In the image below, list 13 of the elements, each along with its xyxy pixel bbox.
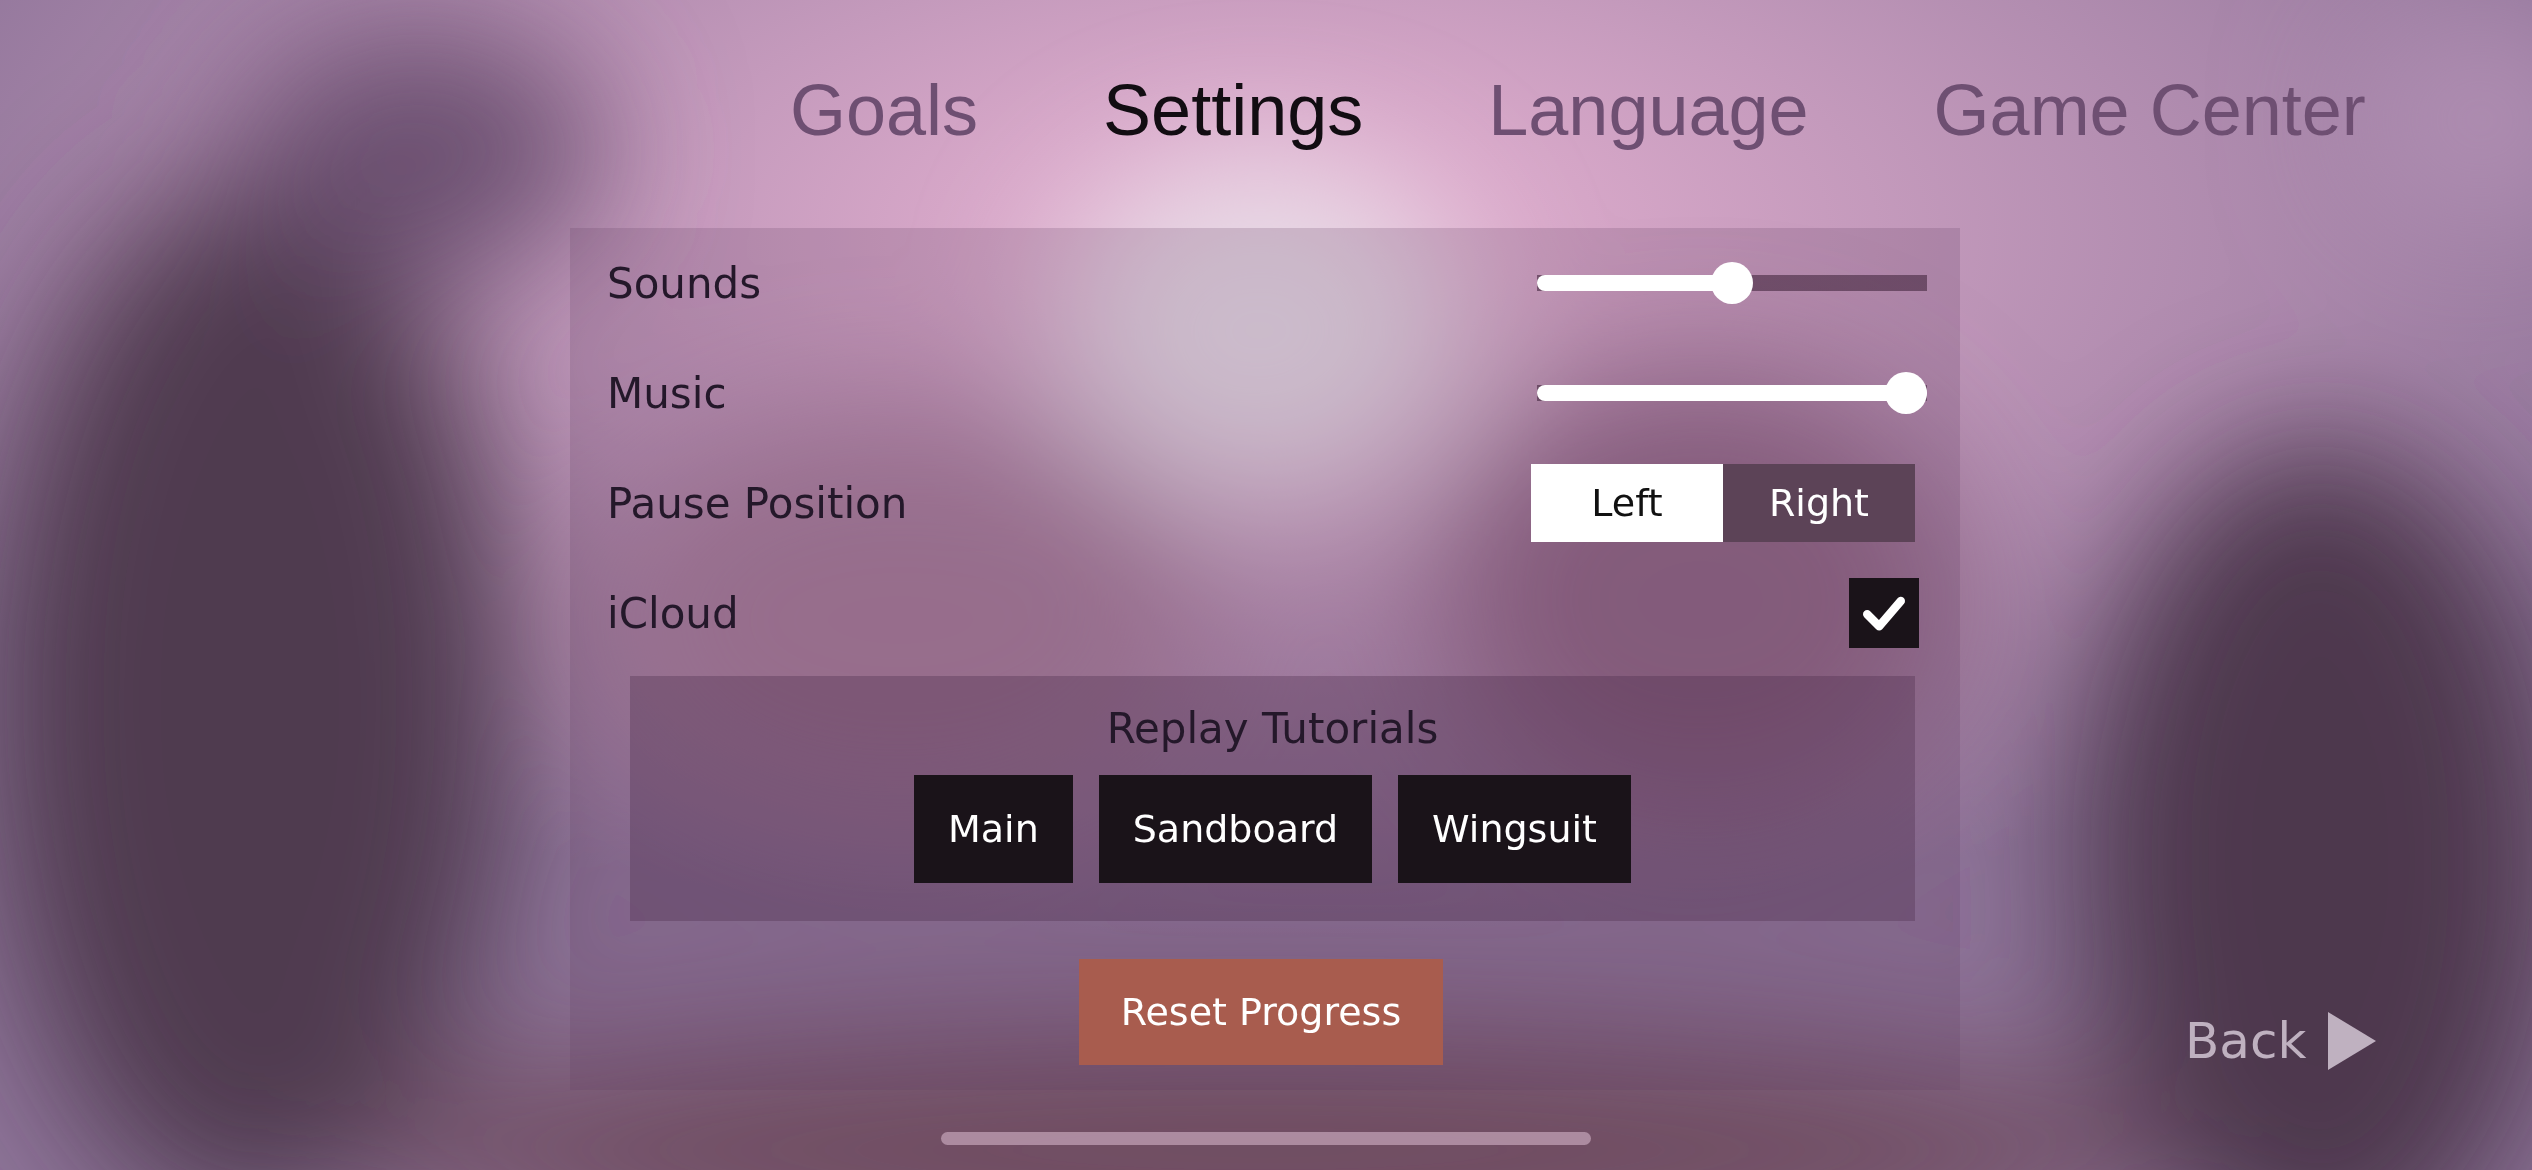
setting-label: Pause Position [607, 478, 908, 528]
tutorial-button[interactable]: Main [914, 775, 1073, 883]
segment-option[interactable]: Right [1723, 464, 1915, 542]
setting-label: iCloud [607, 588, 739, 638]
back-button[interactable]: Back [2185, 1012, 2307, 1070]
setting-label: Music [607, 368, 727, 418]
reset-button[interactable]: Reset Progress [1078, 959, 1444, 1065]
section-title: Replay Tutorials [1106, 704, 1439, 753]
tutorial-button[interactable]: Sandboard [1098, 775, 1373, 883]
setting-label: Sounds [607, 258, 762, 308]
tutorial-button[interactable]: Wingsuit [1398, 775, 1631, 883]
tab[interactable]: Settings [1103, 69, 1364, 159]
segment-option[interactable]: Left [1531, 464, 1723, 542]
